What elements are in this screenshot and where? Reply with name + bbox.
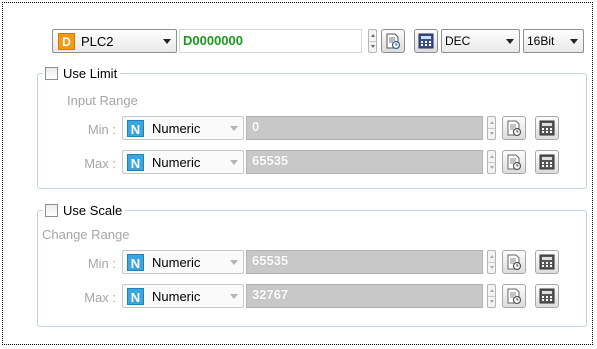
address-browse-icon <box>507 288 522 305</box>
input-range-label: Input Range <box>67 93 138 108</box>
use-limit-header: Use Limit <box>43 64 121 82</box>
limit-max-type: Numeric <box>152 154 201 170</box>
limit-max-browse-button[interactable] <box>502 150 526 174</box>
keypad-icon <box>539 120 555 136</box>
change-range-label: Change Range <box>42 227 130 242</box>
device-select[interactable]: D PLC2 <box>52 29 177 53</box>
use-limit-label: Use Limit <box>63 65 118 81</box>
keypad-icon <box>539 254 555 270</box>
keypad-icon <box>539 154 555 170</box>
address-browse-icon <box>507 254 522 271</box>
limit-max-label: Max : <box>84 156 116 171</box>
limit-max-value-field[interactable]: 65535 <box>246 150 483 174</box>
limit-min-label: Min : <box>87 122 116 137</box>
use-scale-label: Use Scale <box>63 202 123 218</box>
keypad-icon <box>418 33 434 49</box>
use-scale-header: Use Scale <box>43 201 126 219</box>
scale-min-label: Min : <box>87 256 116 271</box>
address-browse-button[interactable] <box>381 29 405 53</box>
device-name: PLC2 <box>81 33 114 49</box>
scale-min-type: Numeric <box>152 254 201 270</box>
scale-max-type-select[interactable]: N Numeric <box>122 284 244 308</box>
numeric-badge: N <box>127 253 144 271</box>
limit-min-keypad-button[interactable] <box>535 116 559 140</box>
address-browse-icon <box>507 120 522 137</box>
limit-max-keypad-button[interactable] <box>535 150 559 174</box>
limit-max-spinner[interactable] <box>487 150 496 174</box>
limit-min-type: Numeric <box>152 120 201 136</box>
keypad-button[interactable] <box>414 29 438 53</box>
scale-min-value-field[interactable]: 65535 <box>246 250 483 274</box>
chevron-down-icon <box>230 160 238 165</box>
address-spinner[interactable] <box>368 29 377 53</box>
chevron-down-icon <box>163 39 171 44</box>
scale-min-keypad-button[interactable] <box>535 250 559 274</box>
limit-min-value-field[interactable]: 0 <box>246 116 483 140</box>
scale-max-browse-button[interactable] <box>502 284 526 308</box>
limit-min-browse-button[interactable] <box>502 116 526 140</box>
numeric-badge: N <box>127 153 144 171</box>
address-input[interactable]: D0000000 <box>179 29 362 53</box>
chevron-down-icon <box>230 126 238 131</box>
chevron-down-icon <box>230 260 238 265</box>
chevron-down-icon <box>230 294 238 299</box>
use-limit-checkbox[interactable] <box>45 66 58 80</box>
scale-min-browse-button[interactable] <box>502 250 526 274</box>
numeric-badge: N <box>127 287 144 305</box>
scale-min-spinner[interactable] <box>487 250 496 274</box>
bit-width-select[interactable]: 16Bit <box>523 29 584 53</box>
limit-min-type-select[interactable]: N Numeric <box>122 116 244 140</box>
scale-max-spinner[interactable] <box>487 284 496 308</box>
use-scale-checkbox[interactable] <box>45 203 58 217</box>
scale-max-type: Numeric <box>152 288 201 304</box>
scale-min-type-select[interactable]: N Numeric <box>122 250 244 274</box>
keypad-icon <box>539 288 555 304</box>
format-select[interactable]: DEC <box>441 29 520 53</box>
scale-max-keypad-button[interactable] <box>535 284 559 308</box>
chevron-down-icon <box>506 39 514 44</box>
limit-min-spinner[interactable] <box>487 116 496 140</box>
numeric-badge: N <box>127 119 144 137</box>
limit-max-type-select[interactable]: N Numeric <box>122 150 244 174</box>
chevron-down-icon <box>570 39 578 44</box>
bit-width-value: 16Bit <box>527 34 555 48</box>
address-browse-icon <box>507 154 522 171</box>
device-badge: D <box>58 32 75 50</box>
scale-max-value-field[interactable]: 32767 <box>246 284 483 308</box>
address-browse-icon <box>386 33 401 50</box>
format-value: DEC <box>445 34 471 48</box>
scale-max-label: Max : <box>84 290 116 305</box>
